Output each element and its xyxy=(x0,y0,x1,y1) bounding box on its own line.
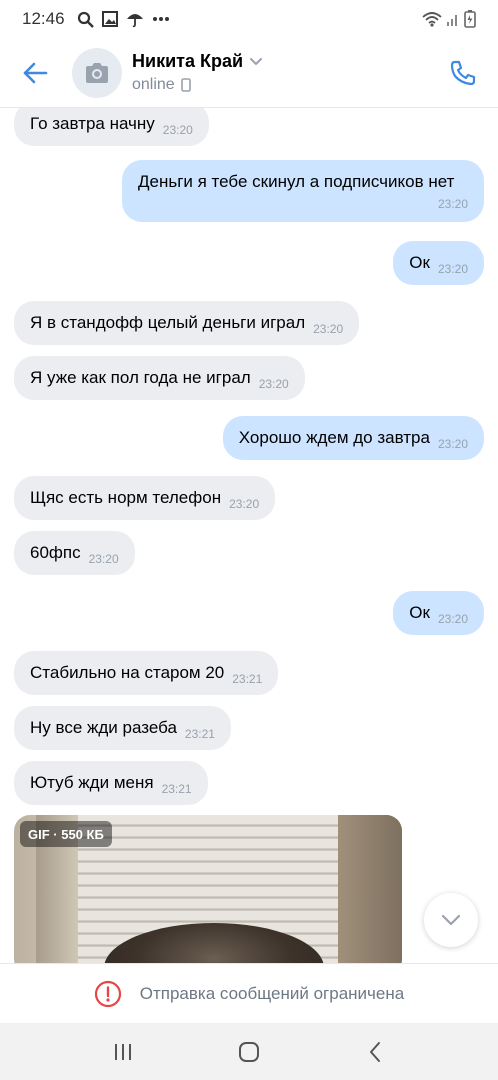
message-incoming[interactable]: Ну все жди разеба 23:21 xyxy=(14,706,231,750)
message-outgoing[interactable]: Деньги я тебе скинул а подписчиков нет 2… xyxy=(122,160,484,222)
message-incoming[interactable]: Го завтра начну 23:20 xyxy=(14,108,209,146)
chevron-down-icon xyxy=(441,914,461,926)
back-nav-button[interactable] xyxy=(345,1023,405,1080)
camera-icon xyxy=(86,62,108,83)
status-bar: 12:46 xyxy=(0,0,498,38)
message-time: 23:21 xyxy=(161,782,192,796)
error-circle-icon xyxy=(94,980,121,1007)
scroll-down-button[interactable] xyxy=(424,893,478,947)
home-button[interactable] xyxy=(219,1023,279,1080)
chat-status: online xyxy=(132,76,175,93)
signal-icon xyxy=(446,11,460,27)
search-icon xyxy=(77,11,94,28)
message-incoming[interactable]: Ютуб жди меня 23:21 xyxy=(14,761,208,805)
more-icon xyxy=(152,16,170,22)
recents-icon xyxy=(115,1043,131,1060)
message-time: 23:20 xyxy=(88,552,119,566)
image-icon xyxy=(101,11,118,27)
message-text: 60фпс xyxy=(30,543,81,562)
chat-header: Никита Край online xyxy=(0,38,498,108)
umbrella-icon xyxy=(126,10,144,28)
message-list[interactable]: Го завтра начну 23:20 Деньги я тебе скин… xyxy=(0,108,498,963)
home-icon xyxy=(239,1041,259,1062)
message-text: Я уже как пол года не играл xyxy=(30,368,251,387)
message-outgoing[interactable]: Ок 23:20 xyxy=(393,591,484,635)
message-incoming[interactable]: Стабильно на старом 20 23:21 xyxy=(14,651,279,695)
status-time: 12:46 xyxy=(22,9,65,28)
restriction-text: Отправка сообщений ограничена xyxy=(139,983,405,1003)
message-time: 23:20 xyxy=(313,322,344,336)
message-text: Го завтра начну xyxy=(30,114,155,133)
gif-image-part xyxy=(338,815,402,963)
gif-attachment[interactable]: GIF · 550 КБ xyxy=(14,815,402,963)
message-text: Ок xyxy=(409,253,430,272)
chat-info[interactable]: Никита Край online xyxy=(132,51,263,94)
wifi-icon xyxy=(422,11,442,27)
back-icon xyxy=(370,1041,380,1062)
system-nav-bar xyxy=(0,1023,498,1080)
message-time: 23:20 xyxy=(437,612,468,626)
message-outgoing[interactable]: Ок 23:20 xyxy=(393,241,484,285)
messaging-restricted-bar: Отправка сообщений ограничена xyxy=(0,963,498,1023)
chat-name: Никита Край xyxy=(132,51,244,71)
message-text: Ну все жди разеба xyxy=(30,718,177,737)
arrow-left-icon xyxy=(23,62,48,83)
avatar[interactable] xyxy=(72,47,122,98)
message-time: 23:20 xyxy=(437,197,468,211)
message-incoming[interactable]: Я уже как пол года не играл 23:20 xyxy=(14,356,305,400)
message-text: Деньги я тебе скинул а подписчиков нет xyxy=(138,172,455,191)
message-time: 23:20 xyxy=(162,123,193,137)
message-incoming[interactable]: Я в стандофф целый деньги играл 23:20 xyxy=(14,301,360,345)
message-text: Ок xyxy=(409,603,430,622)
message-text: Хорошо ждем до завтра xyxy=(238,428,430,447)
message-time: 23:21 xyxy=(232,672,263,686)
message-time: 23:20 xyxy=(437,262,468,276)
status-right xyxy=(422,10,476,28)
recents-button[interactable] xyxy=(93,1023,153,1080)
message-outgoing[interactable]: Хорошо ждем до завтра 23:20 xyxy=(222,416,484,460)
status-icons xyxy=(77,10,170,28)
message-incoming[interactable]: Щяс есть норм телефон 23:20 xyxy=(14,476,276,520)
message-time: 23:20 xyxy=(258,377,289,391)
message-text: Я в стандофф целый деньги играл xyxy=(30,313,306,332)
chevron-down-icon xyxy=(250,57,263,65)
message-text: Щяс есть норм телефон xyxy=(30,488,222,507)
message-time: 23:21 xyxy=(184,727,215,741)
back-button[interactable] xyxy=(0,38,70,108)
call-button[interactable] xyxy=(428,38,498,108)
gif-badge: GIF · 550 КБ xyxy=(20,821,112,847)
message-time: 23:20 xyxy=(437,437,468,451)
phone-icon xyxy=(450,60,476,85)
message-text: Ютуб жди меня xyxy=(30,773,154,792)
phone-device-icon xyxy=(180,78,191,92)
message-incoming[interactable]: 60фпс 23:20 xyxy=(14,531,135,575)
message-text: Стабильно на старом 20 xyxy=(30,663,225,682)
message-time: 23:20 xyxy=(229,497,260,511)
battery-icon xyxy=(464,10,476,28)
